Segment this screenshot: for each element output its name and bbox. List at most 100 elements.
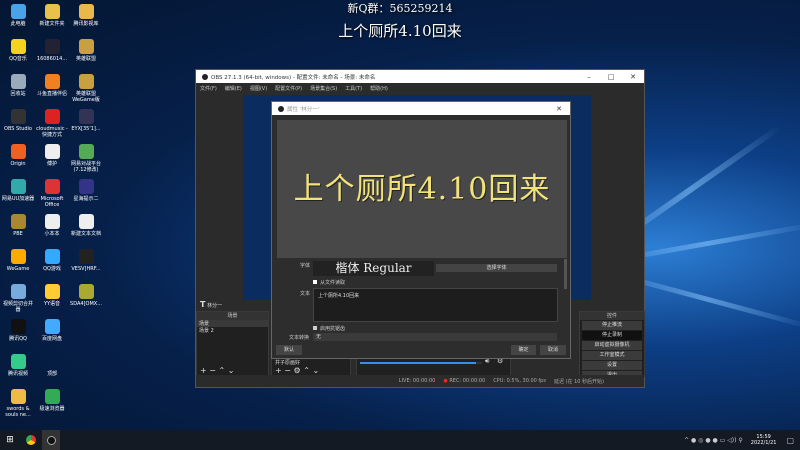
desktop-icon-label: Origin xyxy=(10,161,26,167)
overlay-brb-text: 上个厕所4.10回来 xyxy=(338,22,462,40)
desktop-icon-label: 16086014... xyxy=(36,56,68,62)
desktop-icon[interactable] xyxy=(69,354,103,389)
desktop-icon-label: 小本本 xyxy=(44,231,60,237)
desktop-icon[interactable]: 新建文本文档 xyxy=(69,214,103,249)
desktop-icon[interactable]: 腾讯QQ xyxy=(1,319,35,354)
desktop-icon[interactable]: 小本本 xyxy=(35,214,69,249)
desktop-icon-label: 斗鱼直播伴侣 xyxy=(36,91,67,97)
volume-slider[interactable] xyxy=(360,362,482,364)
source-toolbar[interactable]: + − ⚙ ⌃ ⌄ xyxy=(275,366,319,375)
menu-item[interactable]: 场景集合(S) xyxy=(310,85,337,92)
desktop-icon[interactable]: Microsoft Office xyxy=(35,179,69,214)
text-input[interactable]: 上个厕所4.10回来 xyxy=(313,288,558,322)
obs-taskbar-icon[interactable] xyxy=(42,430,60,450)
desktop-icon[interactable]: 回收站 xyxy=(1,74,35,109)
app-icon xyxy=(78,284,94,299)
control-button[interactable]: 设置 xyxy=(582,361,642,370)
desktop-icon[interactable]: YY语音 xyxy=(35,284,69,319)
scene-item[interactable]: 场景 2 xyxy=(197,327,268,334)
clock-date[interactable]: 2022/1/21 xyxy=(751,440,777,446)
chrome-taskbar-icon[interactable] xyxy=(26,435,36,445)
app-icon xyxy=(78,74,94,89)
system-tray[interactable]: ^ ● ◎ ● ● ▭ ◁)) ⚲ xyxy=(684,437,743,444)
menu-item[interactable]: 帮助(H) xyxy=(370,85,388,92)
app-icon xyxy=(44,109,60,124)
close-button[interactable]: ✕ xyxy=(622,73,644,81)
scenes-header: 场景 xyxy=(197,312,268,320)
desktop-icon[interactable]: 腾讯视频 xyxy=(1,354,35,389)
desktop-icon[interactable]: EYX[35'1]... xyxy=(69,109,103,144)
desktop-icon[interactable] xyxy=(69,319,103,354)
live-status: LIVE: 00:00:00 xyxy=(398,378,436,384)
dialog-preview: 上个厕所4.10回来 xyxy=(277,120,567,258)
text-source-icon: T xyxy=(200,300,206,309)
desktop-icon[interactable]: SDA4[OMX... xyxy=(69,284,103,319)
choose-font-button[interactable]: 选择字体 xyxy=(436,264,557,272)
desktop-icon[interactable]: QQ音乐 xyxy=(1,39,35,74)
desktop-icon[interactable]: 英雄联盟 xyxy=(69,39,103,74)
desktop-icon-label: 新建文件夹 xyxy=(39,21,65,27)
desktop-icon[interactable]: WeGame xyxy=(1,249,35,284)
desktop-icon[interactable]: 新建文件夹 xyxy=(35,4,69,39)
app-icon xyxy=(44,249,60,264)
maximize-button[interactable]: □ xyxy=(600,73,622,81)
desktop-icon[interactable]: 斗鱼直播伴侣 xyxy=(35,74,69,109)
desktop-icon-label: cloudmusic - 快捷方式 xyxy=(36,126,68,138)
start-button[interactable]: ⊞ xyxy=(0,435,20,445)
control-button[interactable]: 停止录制 xyxy=(582,331,642,340)
menu-item[interactable]: 配置文件(P) xyxy=(275,85,302,92)
app-icon xyxy=(10,109,26,124)
dialog-scrollbar[interactable] xyxy=(564,259,567,289)
dialog-close-button[interactable]: ✕ xyxy=(548,105,570,113)
desktop-icon[interactable]: 极速浏览器 xyxy=(35,389,69,424)
desktop-icon[interactable]: 腾讯影视库 xyxy=(69,4,103,39)
source-toolbar-label: 林分一 xyxy=(207,303,223,309)
scene-toolbar[interactable]: + − ⌃ ⌄ xyxy=(200,366,234,375)
menu-bar: 文件(F) 编辑(E) 视图(V) 配置文件(P) 场景集合(S) 工具(T) 帮助(H) xyxy=(196,83,644,93)
control-button[interactable]: 停止推流 xyxy=(582,321,642,330)
desktop-icon[interactable]: OBS Studio xyxy=(1,109,35,144)
text-transform-select[interactable]: 无 xyxy=(313,333,557,341)
desktop-icon[interactable]: 英雄联盟WeGame版 xyxy=(69,74,103,109)
minimize-button[interactable]: – xyxy=(578,73,600,81)
desktop-icon[interactable]: 傅护 xyxy=(35,144,69,179)
desktop-icon[interactable]: 网易对战平台(7.12修改) xyxy=(69,144,103,179)
desktop-icon[interactable]: 顶部 xyxy=(35,354,69,389)
menu-item[interactable]: 文件(F) xyxy=(200,85,217,92)
desktop-icon[interactable]: 16086014... xyxy=(35,39,69,74)
desktop-icon[interactable]: VESV[HRF... xyxy=(69,249,103,284)
desktop-icon[interactable]: 百度网盘 xyxy=(35,319,69,354)
desktop-icon[interactable]: 视频剪切合并器 xyxy=(1,284,35,319)
desktop-icon[interactable]: cloudmusic - 快捷方式 xyxy=(35,109,69,144)
control-button[interactable]: 启动虚拟摄像机 xyxy=(582,341,642,350)
control-button[interactable]: 工作室模式 xyxy=(582,351,642,360)
desktop-icon[interactable]: 星海提示二 xyxy=(69,179,103,214)
source-item[interactable]: 井子原画好 xyxy=(275,359,300,366)
scene-item[interactable]: 场景 xyxy=(197,320,268,327)
antialias-checkbox[interactable]: 启用抗锯齿 xyxy=(313,325,345,332)
desktop-icon-label: 傅护 xyxy=(46,161,57,167)
app-icon xyxy=(78,109,94,124)
ok-button[interactable]: 确定 xyxy=(511,345,536,355)
menu-item[interactable]: 工具(T) xyxy=(345,85,362,92)
obs-window: OBS 27.1.3 (64-bit, windows) - 配置文件: 未命名… xyxy=(195,69,645,388)
text-label: 文本 xyxy=(300,291,311,297)
cancel-button[interactable]: 取消 xyxy=(540,345,566,355)
desktop-icon[interactable]: swords & souls ne... xyxy=(1,389,35,424)
desktop-icon[interactable]: 网易UU加速器 xyxy=(1,179,35,214)
desktop-icon[interactable]: PBE xyxy=(1,214,35,249)
desktop-icon-label: SDA4[OMX... xyxy=(70,301,102,307)
defaults-button[interactable]: 默认 xyxy=(276,345,302,355)
app-icon xyxy=(44,4,60,19)
desktop-icon[interactable] xyxy=(69,389,103,424)
desktop-icon[interactable]: QQ游戏 xyxy=(35,249,69,284)
menu-item[interactable]: 编辑(E) xyxy=(225,85,242,92)
desktop-icon[interactable]: Origin xyxy=(1,144,35,179)
desktop-icon[interactable]: 此电脑 xyxy=(1,4,35,39)
notification-icon[interactable]: ▢ xyxy=(786,436,794,445)
app-icon xyxy=(44,214,60,229)
app-icon xyxy=(44,389,60,404)
menu-item[interactable]: 视图(V) xyxy=(250,85,267,92)
read-from-file-checkbox[interactable]: 从文件读取 xyxy=(313,279,345,286)
desktop-icon-label: 星海提示二 xyxy=(73,196,99,202)
